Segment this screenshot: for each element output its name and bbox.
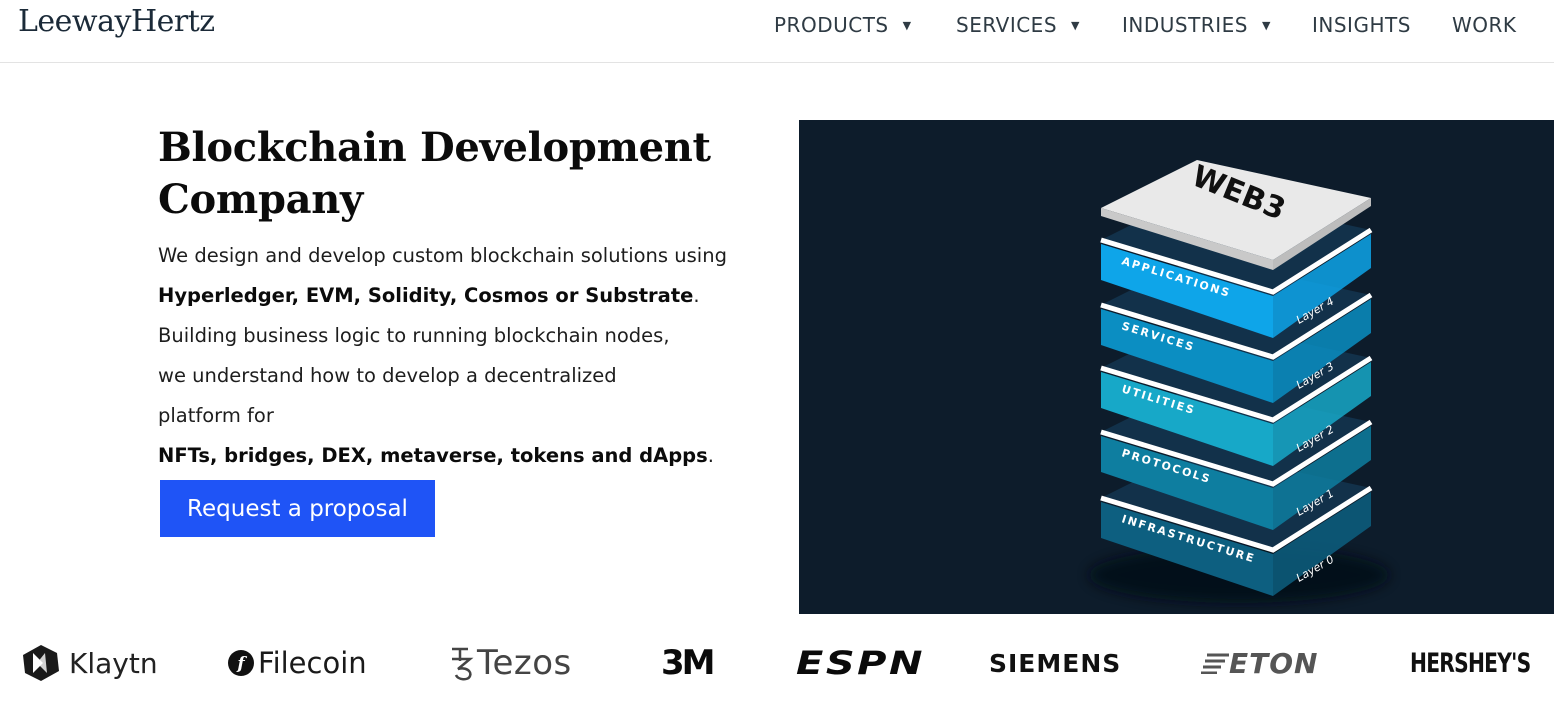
3m-logo: 3M bbox=[661, 643, 715, 683]
nav-work[interactable]: WORK bbox=[1452, 13, 1517, 37]
klaytn-text: Klaytn bbox=[69, 646, 158, 680]
hersheys-text: HERSHEY'S bbox=[1410, 647, 1531, 679]
hero-desc-period-1: . bbox=[693, 284, 700, 307]
espn-text: ESPN bbox=[796, 644, 925, 682]
nav-products-label: PRODUCTS bbox=[774, 13, 889, 37]
nav-products[interactable]: PRODUCTS ▼ bbox=[774, 13, 912, 37]
caret-down-icon: ▼ bbox=[1261, 18, 1271, 32]
hero-desc-period-2: . bbox=[707, 444, 714, 467]
espn-logo: ESPN bbox=[796, 643, 922, 683]
nav-insights-label: INSIGHTS bbox=[1312, 13, 1411, 37]
caret-down-icon: ▼ bbox=[902, 18, 912, 32]
eton-text: ETON bbox=[1229, 646, 1319, 680]
filecoin-logo: f Filecoin bbox=[227, 643, 367, 683]
siemens-logo: SIEMENS bbox=[989, 643, 1121, 683]
siemens-text: SIEMENS bbox=[989, 648, 1122, 678]
nav-industries[interactable]: INDUSTRIES ▼ bbox=[1122, 13, 1271, 37]
tezos-icon bbox=[452, 647, 474, 681]
3m-text: 3M bbox=[661, 643, 715, 683]
hero-desc-text-2: Building business logic to running block… bbox=[158, 324, 670, 427]
request-proposal-button[interactable]: Request a proposal bbox=[160, 480, 435, 537]
hero-desc-text-1: We design and develop custom blockchain … bbox=[158, 244, 727, 267]
nav-services-label: SERVICES bbox=[956, 13, 1058, 37]
page-title: Blockchain Development Company bbox=[158, 124, 711, 223]
hersheys-logo: HERSHEY'S bbox=[1410, 643, 1554, 683]
klaytn-logo: Klaytn bbox=[21, 643, 158, 683]
client-logos: Klaytn f Filecoin Tezos 3M ESPN SIEMENS … bbox=[0, 615, 1554, 726]
eton-stripes-icon bbox=[1201, 653, 1229, 674]
nav-services[interactable]: SERVICES ▼ bbox=[956, 13, 1080, 37]
brand-logo[interactable]: LeewayHertz bbox=[18, 4, 215, 39]
web3-stack-svg: INFRASTRUCTURELayer 0PROTOCOLSLayer 1UTI… bbox=[1089, 159, 1389, 603]
tezos-logo: Tezos bbox=[448, 643, 572, 683]
web3-stack-illustration: INFRASTRUCTURE Layer 0 PROTOCOLS Layer 1 UTI… bbox=[799, 120, 1554, 614]
hero-desc-use-cases: NFTs, bridges, DEX, metaverse, tokens an… bbox=[158, 444, 708, 467]
filecoin-text: Filecoin bbox=[258, 646, 367, 680]
hero-description: We design and develop custom blockchain … bbox=[158, 236, 758, 476]
tezos-text: Tezos bbox=[477, 643, 572, 683]
nav-work-label: WORK bbox=[1452, 13, 1517, 37]
nav-industries-label: INDUSTRIES bbox=[1122, 13, 1248, 37]
eton-logo: ETON bbox=[1201, 643, 1318, 683]
site-header: LeewayHertz PRODUCTS ▼ SERVICES ▼ INDUST… bbox=[0, 0, 1554, 63]
hero-desc-tech-list: Hyperledger, EVM, Solidity, Cosmos or Su… bbox=[158, 284, 694, 307]
caret-down-icon: ▼ bbox=[1071, 18, 1080, 32]
klaytn-icon bbox=[23, 645, 59, 681]
nav-insights[interactable]: INSIGHTS bbox=[1312, 13, 1411, 37]
filecoin-icon: f bbox=[228, 650, 254, 676]
